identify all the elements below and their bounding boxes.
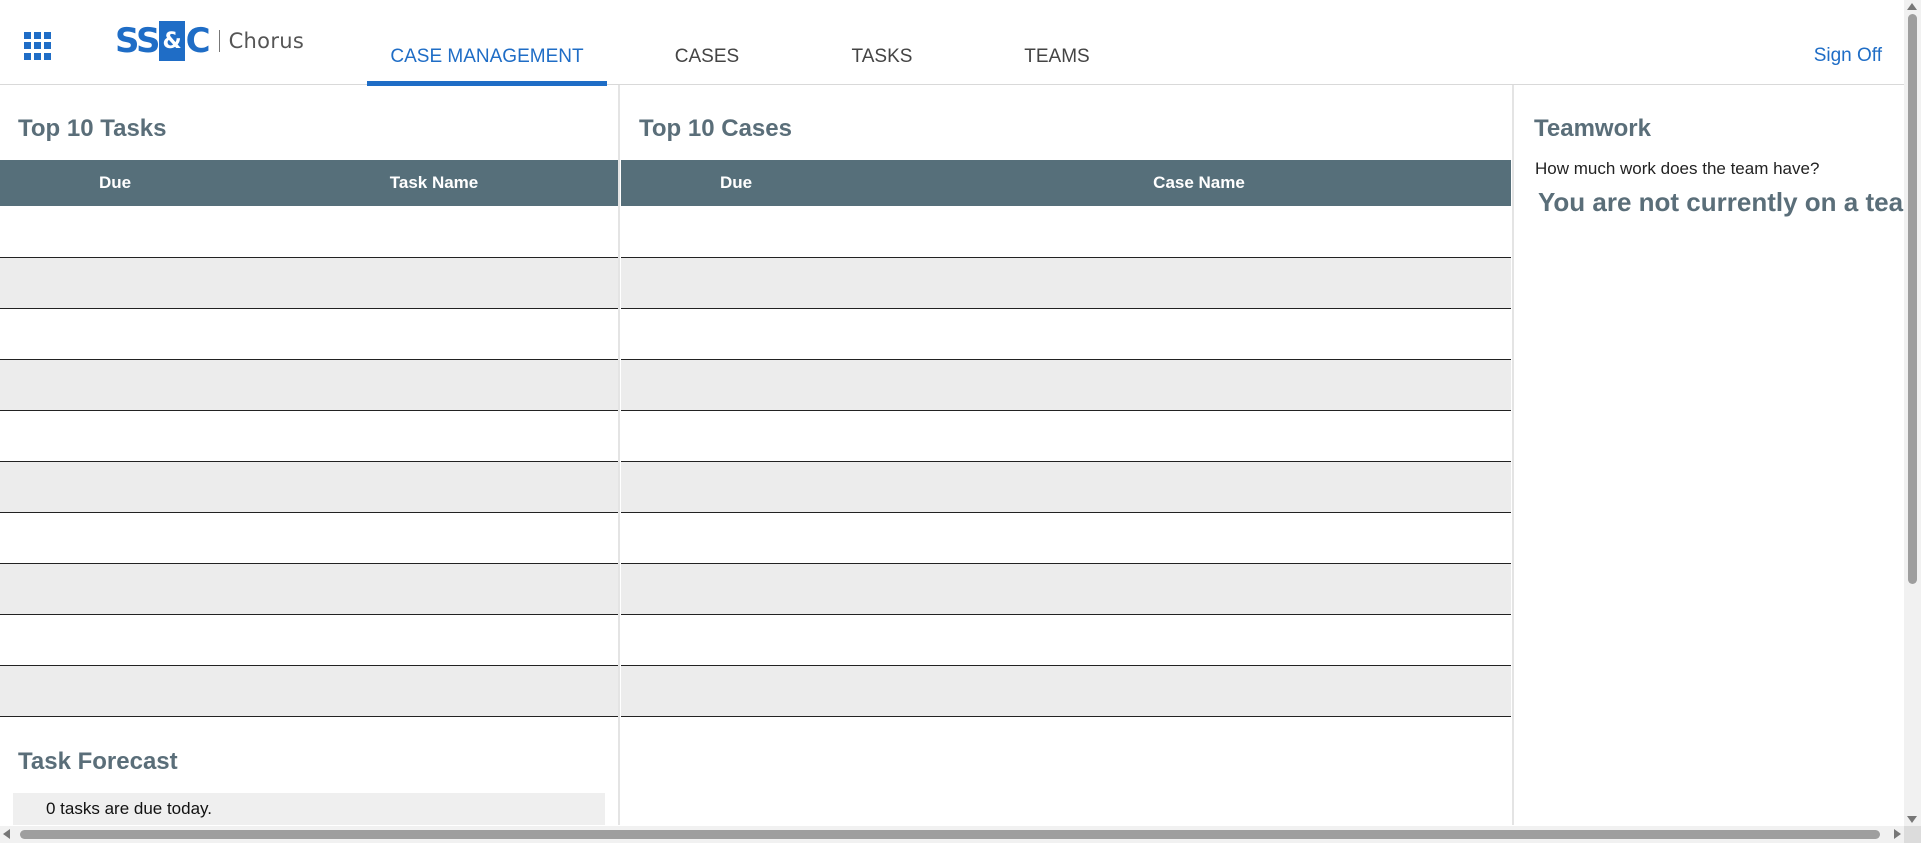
- table-row[interactable]: [621, 462, 1511, 513]
- ssc-chorus-logo: SS & C Chorus: [115, 18, 304, 64]
- active-tab-indicator: [367, 81, 607, 86]
- horizontal-scrollbar[interactable]: [0, 826, 1904, 843]
- column-header-due[interactable]: Due: [720, 173, 752, 193]
- logo-brand-amp: &: [159, 21, 185, 61]
- logo-separator: [218, 30, 220, 52]
- column-header-case-name[interactable]: Case Name: [1153, 173, 1245, 193]
- tab-cases[interactable]: CASES: [674, 46, 740, 84]
- scroll-right-icon[interactable]: [1894, 829, 1901, 839]
- table-row[interactable]: [621, 207, 1511, 258]
- tasks-title: Top 10 Tasks: [18, 115, 167, 142]
- tab-label: TEAMS: [1024, 46, 1090, 67]
- scroll-up-icon[interactable]: [1907, 3, 1917, 10]
- panel-divider-right: [1512, 85, 1514, 825]
- logo-brand: SS & C: [115, 21, 211, 61]
- tab-label: TASKS: [851, 46, 913, 67]
- teamwork-status: You are not currently on a team.: [1538, 187, 1921, 217]
- table-row[interactable]: [0, 615, 618, 666]
- teamwork-title: Teamwork: [1534, 115, 1651, 142]
- table-row[interactable]: [0, 309, 618, 360]
- forecast-title: Task Forecast: [18, 748, 178, 775]
- forecast-summary: 0 tasks are due today.: [13, 793, 605, 825]
- tasks-grid-header: Due Task Name: [0, 160, 618, 206]
- tab-case-management[interactable]: CASE MANAGEMENT: [367, 46, 607, 86]
- table-row[interactable]: [0, 207, 618, 258]
- table-row[interactable]: [0, 513, 618, 564]
- scroll-left-icon[interactable]: [3, 829, 10, 839]
- table-row[interactable]: [0, 564, 618, 615]
- column-header-task-name[interactable]: Task Name: [390, 173, 479, 193]
- table-row[interactable]: [621, 513, 1511, 564]
- logo-brand-right: C: [185, 21, 211, 61]
- scrollbar-corner: [1904, 826, 1921, 843]
- tab-tasks[interactable]: TASKS: [850, 46, 914, 84]
- cases-grid-header: Due Case Name: [621, 160, 1511, 206]
- table-row[interactable]: [0, 411, 618, 462]
- tab-teams[interactable]: TEAMS: [1022, 46, 1092, 84]
- table-row[interactable]: [0, 666, 618, 717]
- logo-product-name: Chorus: [228, 29, 305, 53]
- table-row[interactable]: [621, 258, 1511, 309]
- table-row[interactable]: [621, 360, 1511, 411]
- panel-divider-left: [618, 85, 620, 825]
- table-row[interactable]: [621, 309, 1511, 360]
- vertical-scrollbar[interactable]: [1904, 0, 1921, 826]
- teamwork-question: How much work does the team have?: [1535, 159, 1820, 178]
- table-row[interactable]: [621, 564, 1511, 615]
- tab-label: CASES: [674, 46, 740, 67]
- table-row[interactable]: [621, 615, 1511, 666]
- column-header-due[interactable]: Due: [99, 173, 131, 193]
- table-row[interactable]: [621, 666, 1511, 717]
- table-row[interactable]: [0, 360, 618, 411]
- table-row[interactable]: [0, 462, 618, 513]
- table-row[interactable]: [0, 258, 618, 309]
- scroll-down-icon[interactable]: [1907, 816, 1917, 823]
- table-row[interactable]: [621, 411, 1511, 462]
- sign-off-link[interactable]: Sign Off: [1814, 45, 1882, 67]
- cases-title: Top 10 Cases: [639, 115, 792, 142]
- vertical-scroll-thumb[interactable]: [1908, 14, 1917, 584]
- app-header: SS & C Chorus CASE MANAGEMENT CASES TASKS …: [0, 0, 1904, 86]
- tab-label: CASE MANAGEMENT: [390, 46, 584, 67]
- logo-brand-left: SS: [115, 21, 160, 61]
- horizontal-scroll-thumb[interactable]: [20, 830, 1880, 839]
- grid-apps-icon[interactable]: [24, 32, 52, 60]
- forecast-message: 0 tasks are due today.: [46, 799, 213, 818]
